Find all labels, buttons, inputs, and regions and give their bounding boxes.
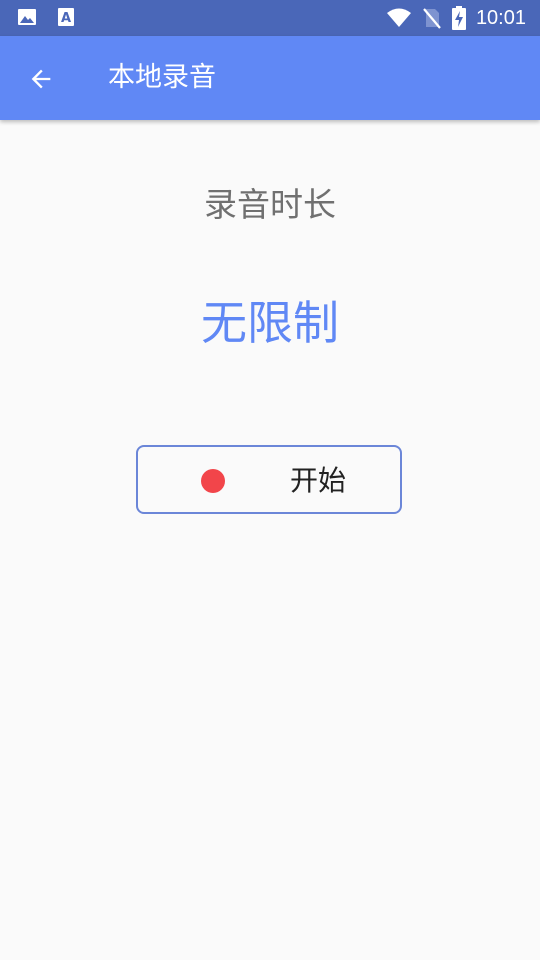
status-bar: A 10:01 [0,0,540,36]
duration-value: 无限制 [201,296,339,350]
svg-text:A: A [61,11,71,26]
no-sim-icon [422,7,442,29]
page-title: 本地录音 [108,62,216,93]
notification-icons: A [16,6,76,28]
start-button-label: 开始 [290,464,347,497]
app-bar: 本地录音 [0,36,540,120]
clock: 10:01 [475,7,526,29]
system-icons: 10:01 [386,5,526,31]
image-notification-icon [16,6,38,28]
battery-charging-icon [451,6,466,30]
duration-label: 录音时长 [204,185,336,224]
back-button[interactable] [20,58,62,100]
record-dot-icon [201,469,225,493]
start-record-button[interactable]: 开始 [136,445,402,514]
arrow-back-icon[interactable] [27,65,55,93]
text-notification-icon: A [56,6,76,28]
wifi-icon [386,7,412,29]
